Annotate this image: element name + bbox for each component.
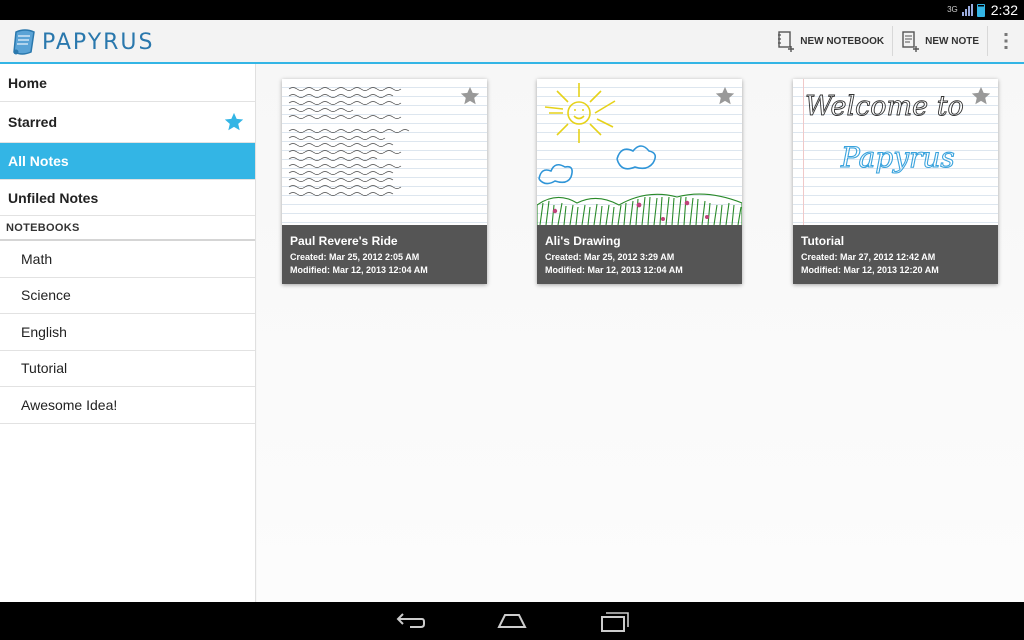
new-notebook-button[interactable]: NEW NOTEBOOK — [768, 26, 894, 56]
network-type-label: 3G — [947, 5, 958, 14]
notebook-item-math[interactable]: Math — [0, 241, 255, 278]
note-modified-date: Modified: Mar 12, 2013 12:04 AM — [290, 265, 428, 275]
star-icon — [224, 112, 244, 131]
signal-icon — [961, 4, 973, 16]
note-card-tutorial[interactable]: Welcome to Papyrus Tutorial Created: Mar… — [793, 79, 998, 284]
back-icon[interactable] — [394, 611, 426, 631]
handwritten-welcome-thumbnail: Welcome to Papyrus — [805, 91, 965, 175]
new-note-button[interactable]: NEW NOTE — [893, 26, 988, 56]
note-created-date: Created: Mar 25, 2012 2:05 AM — [290, 252, 420, 262]
note-modified-date: Modified: Mar 12, 2013 12:04 AM — [545, 265, 683, 275]
note-info-panel: Paul Revere's Ride Created: Mar 25, 2012… — [282, 225, 487, 284]
drawing-thumbnail — [537, 83, 742, 225]
new-notebook-label: NEW NOTEBOOK — [800, 35, 885, 47]
note-title: Paul Revere's Ride — [290, 234, 398, 248]
welcome-text-line1: Welcome to — [805, 91, 964, 122]
note-card-paul-reveres-ride[interactable]: Paul Revere's Ride Created: Mar 25, 2012… — [282, 79, 487, 284]
note-title: Ali's Drawing — [545, 234, 621, 248]
notebook-item-awesome-idea[interactable]: Awesome Idea! — [0, 387, 255, 424]
sidebar: Home Starred All Notes Unfiled Notes NOT… — [0, 64, 256, 602]
welcome-text-line2: Papyrus — [840, 141, 955, 174]
action-bar: PAPYRUS NEW NOTEBOOK NEW NOTE — [0, 20, 1024, 64]
handwritten-text-thumbnail — [288, 87, 410, 196]
note-modified-date: Modified: Mar 12, 2013 12:20 AM — [801, 265, 939, 275]
star-outline-icon[interactable] — [970, 85, 992, 107]
note-created-date: Created: Mar 27, 2012 12:42 AM — [801, 252, 936, 262]
recent-apps-icon[interactable] — [598, 611, 630, 633]
star-outline-icon[interactable] — [459, 85, 481, 107]
note-info-panel: Ali's Drawing Created: Mar 25, 2012 3:29… — [537, 225, 742, 284]
new-note-icon — [902, 31, 920, 52]
note-card-alis-drawing[interactable]: Ali's Drawing Created: Mar 25, 2012 3:29… — [537, 79, 742, 284]
sidebar-item-all-notes[interactable]: All Notes — [0, 143, 255, 180]
home-icon[interactable] — [496, 611, 528, 631]
notebook-item-label: English — [21, 323, 67, 340]
sidebar-item-label: Home — [8, 74, 47, 91]
clock: 2:32 — [990, 2, 1018, 18]
note-title: Tutorial — [801, 234, 845, 248]
battery-icon — [976, 3, 985, 17]
notebook-item-label: Awesome Idea! — [21, 396, 118, 413]
app-window: PAPYRUS NEW NOTEBOOK NEW NOTE Home Starr… — [0, 20, 1024, 602]
system-navigation-bar — [0, 602, 1024, 640]
sidebar-item-unfiled-notes[interactable]: Unfiled Notes — [0, 180, 255, 216]
sidebar-item-label: Starred — [8, 114, 58, 130]
overflow-menu-button[interactable] — [988, 20, 1024, 62]
new-notebook-icon — [778, 31, 795, 52]
sidebar-item-home[interactable]: Home — [0, 64, 255, 102]
notebook-item-science[interactable]: Science — [0, 278, 255, 314]
scroll-icon — [13, 29, 35, 55]
notebook-item-label: Math — [21, 250, 53, 267]
notebook-item-tutorial[interactable]: Tutorial — [0, 351, 255, 387]
app-name: PAPYRUS — [42, 29, 155, 55]
new-note-label: NEW NOTE — [925, 35, 979, 47]
notebook-item-english[interactable]: English — [0, 314, 255, 351]
sidebar-item-label: Unfiled Notes — [8, 189, 99, 206]
notebooks-section-header: NOTEBOOKS — [0, 216, 255, 241]
overflow-menu-icon — [1004, 33, 1008, 49]
notebook-item-label: Tutorial — [21, 360, 68, 377]
sidebar-item-label: All Notes — [8, 153, 69, 169]
sidebar-item-starred[interactable]: Starred — [0, 102, 255, 143]
notes-grid: Paul Revere's Ride Created: Mar 25, 2012… — [257, 64, 1024, 602]
star-outline-icon[interactable] — [714, 85, 736, 107]
note-info-panel: Tutorial Created: Mar 27, 2012 12:42 AM … — [793, 225, 998, 284]
note-created-date: Created: Mar 25, 2012 3:29 AM — [545, 252, 675, 262]
app-logo[interactable]: PAPYRUS — [12, 25, 154, 59]
notebook-item-label: Science — [21, 287, 71, 304]
system-status-bar: 3G 2:32 — [0, 0, 1024, 20]
